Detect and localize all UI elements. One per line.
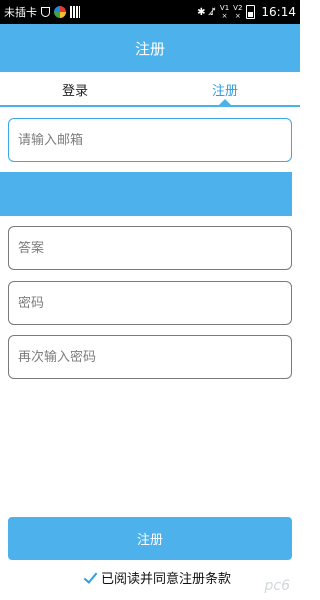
- page-title: 注册: [134, 39, 165, 58]
- app-wheel-icon: [54, 6, 66, 18]
- bluetooth-icon: ✱: [197, 6, 206, 18]
- status-bar: 未插卡 ✱ ♪̸ V1 × V2 × 16:14: [0, 0, 300, 24]
- sim2-signal-icon: V2 ×: [233, 4, 243, 20]
- agreement-row[interactable]: 已阅读并同意注册条款: [84, 567, 231, 587]
- tab-register[interactable]: 注册: [150, 72, 300, 106]
- agreement-label: 已阅读并同意注册条款: [101, 571, 232, 587]
- mute-icon: ♪̸: [209, 6, 216, 18]
- answer-input[interactable]: [18, 240, 282, 256]
- sim1-signal-icon: V1 ×: [219, 4, 230, 20]
- question-block: [0, 172, 292, 216]
- barcode-icon: [70, 6, 80, 18]
- carrier-text: 未插卡: [4, 6, 37, 19]
- shield-icon: [41, 7, 50, 17]
- email-input[interactable]: [18, 132, 282, 148]
- tab-login[interactable]: 登录: [0, 72, 150, 106]
- clock: 16:14: [261, 5, 296, 19]
- battery-icon: [246, 5, 256, 19]
- tab-bar: 登录 注册: [0, 72, 300, 106]
- status-right: ✱ ♪̸ V1 × V2 × 16:14: [197, 4, 296, 20]
- app-bar: 注册: [0, 24, 300, 72]
- password-input[interactable]: [18, 295, 282, 311]
- status-left: 未插卡: [4, 4, 80, 20]
- tab-login-label: 登录: [61, 83, 88, 99]
- tab-register-label: 注册: [211, 83, 238, 99]
- answer-field[interactable]: [8, 226, 292, 270]
- confirm-password-field[interactable]: [8, 335, 292, 379]
- tab-underline: [0, 105, 300, 107]
- confirm-password-input[interactable]: [18, 349, 282, 365]
- checkmark-icon[interactable]: [84, 571, 96, 583]
- register-button[interactable]: 注册: [8, 517, 292, 560]
- watermark: pc6: [264, 578, 291, 594]
- email-field[interactable]: [8, 118, 292, 162]
- password-field[interactable]: [8, 281, 292, 325]
